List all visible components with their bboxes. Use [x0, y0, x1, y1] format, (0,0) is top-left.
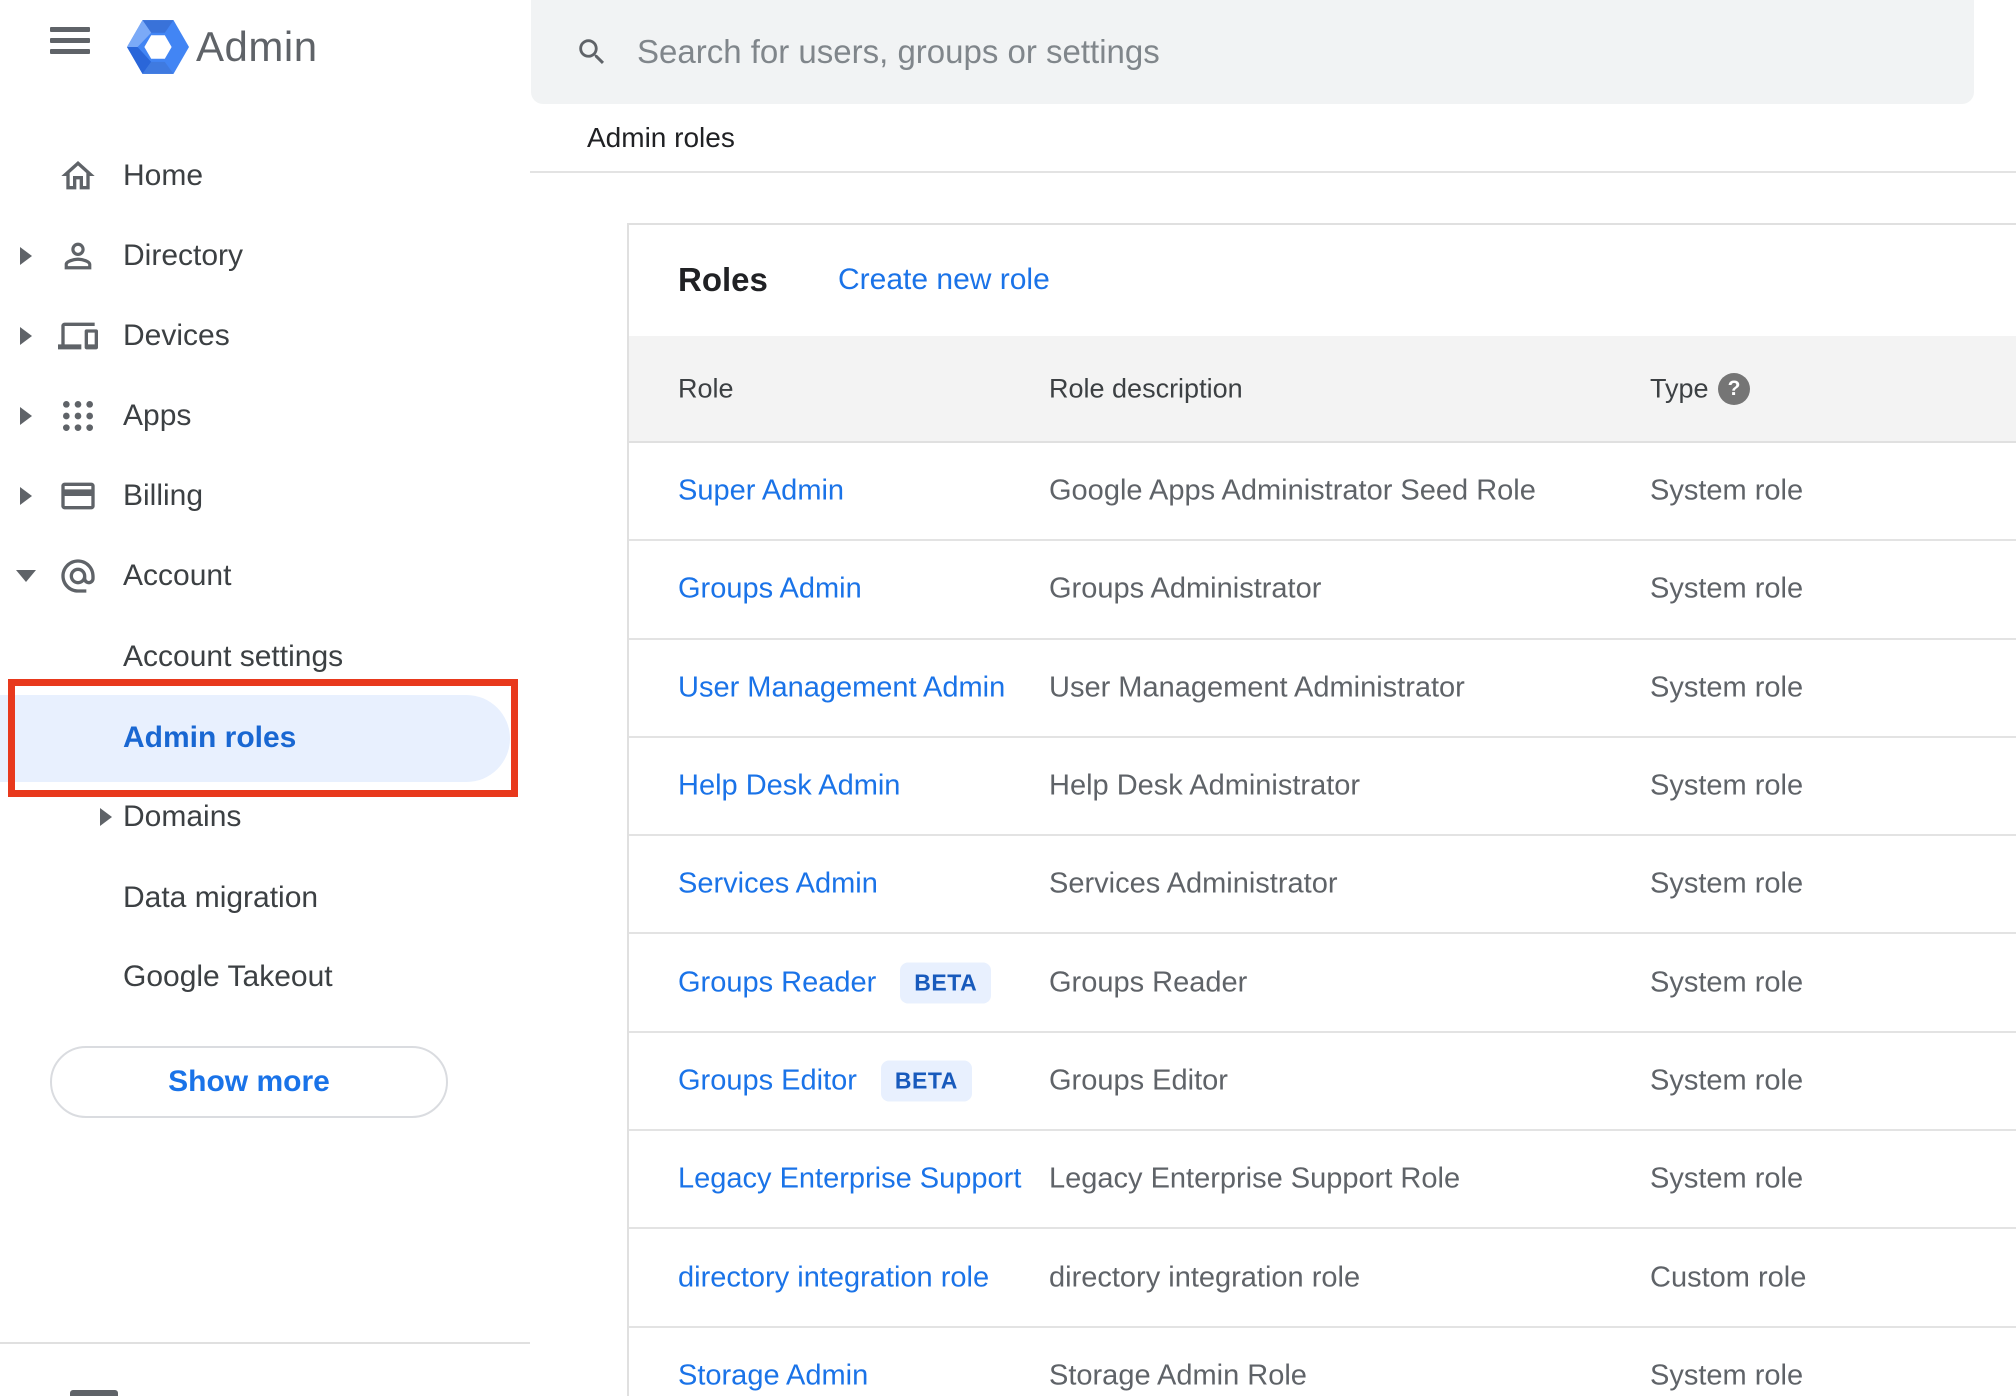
- table-header-row: Role Role description Type ?: [629, 336, 2016, 443]
- chevron-right-icon[interactable]: [20, 407, 32, 425]
- bottom-partial-icon: [70, 1390, 118, 1396]
- role-description: Legacy Enterprise Support Role: [1049, 1162, 1461, 1195]
- role-type: System role: [1650, 572, 1804, 605]
- chevron-down-icon[interactable]: [16, 570, 36, 582]
- chevron-right-icon[interactable]: [20, 487, 32, 505]
- create-new-role-link[interactable]: Create new role: [838, 263, 1050, 297]
- role-description: Groups Editor: [1049, 1064, 1228, 1097]
- sidebar-label-data-migration: Data migration: [123, 881, 319, 914]
- table-row[interactable]: Services Admin Services Administrator Sy…: [629, 836, 2016, 935]
- role-link[interactable]: Services Admin: [678, 868, 878, 901]
- card-title: Roles: [678, 261, 768, 298]
- sidebar-label-account-settings: Account settings: [123, 640, 344, 673]
- role-link[interactable]: Help Desk Admin: [678, 770, 900, 803]
- table-row[interactable]: Groups Editor BETA Groups Editor System …: [629, 1033, 2016, 1132]
- role-link[interactable]: Groups Admin: [678, 573, 862, 606]
- app-title: Admin: [196, 23, 318, 70]
- table-row[interactable]: Groups Reader BETA Groups Reader System …: [629, 934, 2016, 1033]
- admin-console-page: Admin Admin roles Home Directory Devices: [0, 0, 2016, 1396]
- sidebar-item-account[interactable]: Account: [0, 536, 530, 616]
- table-row[interactable]: Storage Admin Storage Admin Role System …: [629, 1328, 2016, 1396]
- show-more-label: Show more: [168, 1065, 330, 1098]
- role-type: System role: [1650, 1064, 1804, 1097]
- table-row[interactable]: Groups Admin Groups Administrator System…: [629, 541, 2016, 640]
- show-more-button[interactable]: Show more: [50, 1046, 448, 1118]
- role-description: User Management Administrator: [1049, 671, 1465, 704]
- role-description: Help Desk Administrator: [1049, 769, 1361, 802]
- table-row[interactable]: Legacy Enterprise Support Legacy Enterpr…: [629, 1131, 2016, 1230]
- chevron-right-icon[interactable]: [100, 808, 112, 826]
- sidebar-label-apps: Apps: [123, 399, 192, 432]
- roles-table-body: Super Admin Google Apps Administrator Se…: [629, 443, 2016, 1396]
- sidebar-item-directory[interactable]: Directory: [0, 216, 530, 296]
- home-icon: [58, 156, 98, 196]
- role-link[interactable]: Storage Admin: [678, 1359, 868, 1392]
- sidebar-label-devices: Devices: [123, 319, 230, 352]
- table-row[interactable]: Super Admin Google Apps Administrator Se…: [629, 443, 2016, 542]
- google-admin-logo[interactable]: [127, 16, 189, 83]
- sidebar-label-google-takeout: Google Takeout: [123, 960, 333, 993]
- role-link[interactable]: Groups Reader: [678, 966, 876, 999]
- sidebar-item-apps[interactable]: Apps: [0, 376, 530, 456]
- breadcrumb: Admin roles: [587, 122, 735, 153]
- sidebar-item-home[interactable]: Home: [0, 136, 530, 216]
- sidebar-label-billing: Billing: [123, 479, 204, 512]
- help-icon[interactable]: ?: [1718, 372, 1750, 405]
- role-description: directory integration role: [1049, 1261, 1361, 1294]
- apps-grid-icon: [58, 396, 98, 436]
- role-link[interactable]: Super Admin: [678, 475, 844, 508]
- sidebar-label-domains: Domains: [123, 800, 242, 833]
- column-header-description: Role description: [1049, 373, 1243, 403]
- role-type: System role: [1650, 966, 1804, 999]
- column-header-role: Role: [678, 373, 734, 403]
- table-row[interactable]: Help Desk Admin Help Desk Administrator …: [629, 738, 2016, 837]
- role-link[interactable]: Groups Editor: [678, 1064, 857, 1097]
- role-type: System role: [1650, 474, 1804, 507]
- at-sign-icon: [58, 556, 98, 596]
- search-icon: [575, 35, 609, 69]
- role-link[interactable]: Legacy Enterprise Support: [678, 1163, 1021, 1196]
- chevron-right-icon[interactable]: [20, 327, 32, 345]
- sidebar-label-home: Home: [123, 159, 204, 192]
- role-type: System role: [1650, 769, 1804, 802]
- sidebar-item-admin-roles[interactable]: Admin roles: [0, 698, 530, 778]
- column-header-type: Type: [1650, 373, 1709, 403]
- sidebar-label-admin-roles: Admin roles: [123, 721, 297, 754]
- person-icon: [58, 236, 98, 276]
- sidebar-label-account: Account: [123, 559, 232, 592]
- sidebar-item-google-takeout[interactable]: Google Takeout: [0, 937, 530, 1017]
- sidebar-item-domains[interactable]: Domains: [0, 777, 530, 857]
- menu-hamburger-icon[interactable]: [50, 27, 90, 55]
- role-link[interactable]: directory integration role: [678, 1261, 989, 1294]
- devices-icon: [58, 316, 98, 356]
- role-link[interactable]: User Management Admin: [678, 671, 1005, 704]
- sidebar-item-account-settings[interactable]: Account settings: [0, 617, 530, 697]
- role-type: System role: [1650, 867, 1804, 900]
- breadcrumb-divider: [530, 171, 2016, 173]
- table-row[interactable]: User Management Admin User Management Ad…: [629, 640, 2016, 738]
- beta-badge: BETA: [880, 1060, 972, 1102]
- role-type: Custom role: [1650, 1261, 1807, 1294]
- sidebar-item-devices[interactable]: Devices: [0, 296, 530, 376]
- sidebar-item-billing[interactable]: Billing: [0, 456, 530, 536]
- sidebar-bottom-divider: [0, 1342, 530, 1344]
- role-description: Groups Reader: [1049, 966, 1248, 999]
- sidebar-label-directory: Directory: [123, 239, 244, 272]
- credit-card-icon: [58, 476, 98, 516]
- search-input[interactable]: [635, 32, 1944, 72]
- chevron-right-icon[interactable]: [20, 247, 32, 265]
- roles-card: Roles Create new role Role Role descript…: [627, 223, 2016, 1396]
- role-type: System role: [1650, 671, 1804, 704]
- role-description: Google Apps Administrator Seed Role: [1049, 474, 1536, 507]
- role-description: Groups Administrator: [1049, 572, 1322, 605]
- table-row[interactable]: directory integration role directory int…: [629, 1229, 2016, 1328]
- role-description: Storage Admin Role: [1049, 1359, 1307, 1392]
- beta-badge: BETA: [900, 962, 992, 1004]
- role-type: System role: [1650, 1162, 1804, 1195]
- sidebar-item-data-migration[interactable]: Data migration: [0, 858, 530, 938]
- role-description: Services Administrator: [1049, 867, 1338, 900]
- search-bar[interactable]: [531, 0, 1974, 104]
- role-type: System role: [1650, 1359, 1804, 1392]
